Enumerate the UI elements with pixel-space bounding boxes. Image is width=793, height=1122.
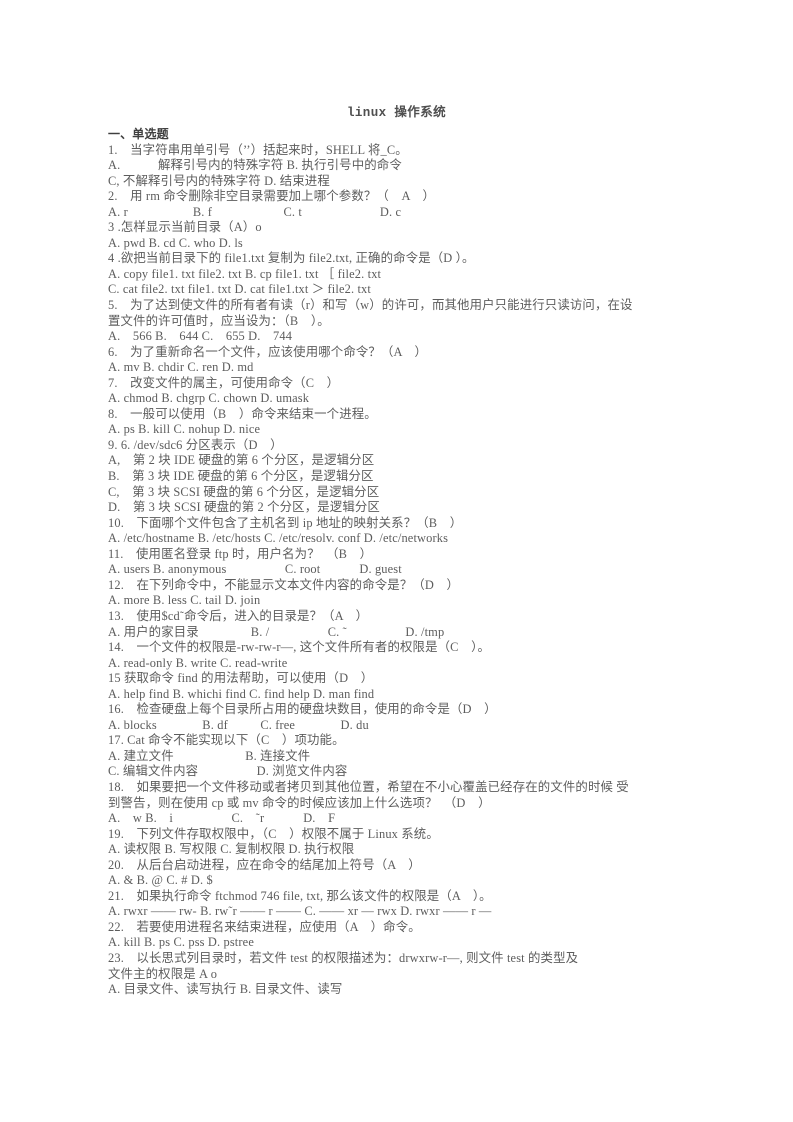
question-line: A. chmod B. chgrp C. chown D. umask bbox=[108, 391, 310, 406]
question-line: C, 第 3 块 SCSI 硬盘的第 6 个分区，是逻辑分区 bbox=[108, 484, 380, 499]
question-line: 17. Cat 命令不能实现以下（C ）项功能。 bbox=[108, 733, 345, 748]
section-heading: 一、单选题 bbox=[108, 127, 169, 141]
question-line: 12. 在下列命令中，不能显示文本文件内容的命令是？（D ） bbox=[108, 577, 460, 592]
question-line: D. 第 3 块 SCSI 硬盘的第 2 个分区，是逻辑分区 bbox=[108, 500, 380, 515]
question-line: A. 建立文件 B. 连接文件 bbox=[108, 748, 311, 763]
question-line: A. more B. less C. tail D. join bbox=[108, 593, 261, 608]
question-line: C. cat file2. txt file1. txt D. cat file… bbox=[108, 282, 371, 297]
question-line: 6. 为了重新命名一个文件，应该使用哪个命令？（A ） bbox=[108, 344, 427, 359]
question-line: 4 .欲把当前目录下的 file1.txt 复制为 file2.txt, 正确的… bbox=[108, 251, 475, 266]
question-line: A. & B. @ C. # D. $ bbox=[108, 873, 213, 888]
document-page: linux 操作系统 一、单选题 1. 当字符串用单引号（’’）括起来时，SHE… bbox=[0, 0, 793, 1122]
question-line: 2. 用 rm 命令删除非空目录需要加上哪个参数？（ A ） bbox=[108, 189, 436, 204]
question-line: 置文件的许可值时，应当设为：（B ）。 bbox=[108, 313, 330, 328]
question-line: 9. 6. /dev/sdc6 分区表示（D ） bbox=[108, 437, 283, 452]
question-line: 7. 改变文件的属主，可使用命令（C ） bbox=[108, 375, 340, 390]
question-line: 11. 使用匿名登录 ftp 时，用户名为？ （B ） bbox=[108, 546, 373, 561]
question-line: 8. 一般可以使用（B ）命令来结束一个进程。 bbox=[108, 406, 377, 421]
question-line: A. blocks B. df C. free D. du bbox=[108, 717, 369, 732]
question-line: A. copy file1. txt file2. txt B. cp file… bbox=[108, 266, 382, 281]
question-line: C. 编辑文件内容 D. 浏览文件内容 bbox=[108, 764, 348, 779]
question-line: 21. 如果执行命令 ftchmod 746 file, txt, 那么该文件的… bbox=[108, 888, 492, 903]
question-line: A. users B. anonymous C. root D. guest bbox=[108, 562, 402, 577]
question-line: 19. 下列文件存取权限中，（C ）权限不属于 Linux 系统。 bbox=[108, 826, 439, 841]
question-line: 13. 使用$cd˜命令后，进入的目录是？（A ） bbox=[108, 608, 369, 623]
question-line: A, 第 2 块 IDE 硬盘的第 6 个分区，是逻辑分区 bbox=[108, 453, 375, 468]
question-line: A. 读权限 B. 写权限 C. 复制权限 D. 执行权限 bbox=[108, 842, 355, 857]
question-line: 3 .怎样显示当前目录（A）o bbox=[108, 220, 262, 235]
question-line: 15 获取命令 find 的用法帮助，可以使用（D ） bbox=[108, 671, 374, 686]
question-line: A. kill B. ps C. pss D. pstree bbox=[108, 935, 254, 950]
page-title: linux 操作系统 bbox=[346, 106, 446, 120]
question-line: 5. 为了达到使文件的所有者有读（r）和写（w）的许可，而其他用户只能进行只读访… bbox=[108, 298, 633, 313]
question-line: 22. 若要使用进程名来结束进程，应使用（A ）命令。 bbox=[108, 919, 421, 934]
question-line: A. ps B. kill C. nohup D. nice bbox=[108, 422, 261, 437]
question-line: C, 不解释引号内的特殊字符 D. 结束进程 bbox=[108, 173, 330, 188]
question-line: A. 566 B. 644 C. 655 D. 744 bbox=[108, 329, 293, 344]
question-line: A. w B. i C. ˜r D. F bbox=[108, 811, 336, 826]
question-line: A. pwd B. cd C. who D. ls bbox=[108, 235, 243, 250]
question-line: 文件主的权限是 A o bbox=[108, 966, 218, 981]
question-line: B. 第 3 块 IDE 硬盘的第 6 个分区，是逻辑分区 bbox=[108, 469, 374, 484]
question-line: A. mv B. chdir C. ren D. md bbox=[108, 360, 254, 375]
question-line: A. rwxr —— rw- B. rw˜r —— r —— C. —— xr … bbox=[108, 904, 492, 919]
question-line: 20. 从后台启动进程，应在命令的结尾加上符号（A ） bbox=[108, 857, 421, 872]
question-line: A. 解释引号内的特殊字符 B. 执行引号中的命令 bbox=[108, 158, 402, 173]
question-line: A. r B. f C. t D. c bbox=[108, 204, 402, 219]
question-line: 10. 下面哪个文件包含了主机名到 ip 地址的映射关系？（B ） bbox=[108, 515, 463, 530]
question-line: 1. 当字符串用单引号（’’）括起来时，SHELL 将_C。 bbox=[108, 142, 408, 157]
question-line: A. read-only B. write C. read-write bbox=[108, 655, 288, 670]
question-line: 18. 如果要把一个文件移动或者拷贝到其他位置，希望在不小心覆盖已经存在的文件的… bbox=[108, 779, 629, 794]
question-line: A. 目录文件、读写执行 B. 目录文件、读写 bbox=[108, 982, 343, 997]
question-line: 到警告，则在使用 cp 或 mv 命令的时候应该加上什么选项？ （D ） bbox=[108, 795, 491, 810]
question-line: A. 用户的家目录 B. / C. ˜ D. /tmp bbox=[108, 624, 445, 639]
question-line: 14. 一个文件的权限是-rw-rw-r—, 这个文件所有者的权限是（C ）。 bbox=[108, 640, 491, 655]
question-line: A. /etc/hostname B. /etc/hosts C. /etc/r… bbox=[108, 531, 449, 546]
question-line: A. help find B. whichi find C. find help… bbox=[108, 686, 375, 701]
question-line: 23. 以长思式列目录时，若文件 test 的权限描述为：drwxrw-r—, … bbox=[108, 950, 579, 965]
question-line: 16. 检查硬盘上每个目录所占用的硬盘块数目，使用的命令是（D ） bbox=[108, 702, 497, 717]
question-lines: 1. 当字符串用单引号（’’）括起来时，SHELL 将_C。 A. 解释引号内的特… bbox=[108, 143, 686, 998]
question-body: 一、单选题 1. 当字符串用单引号（’’）括起来时，SHELL 将_C。 A. 解… bbox=[108, 127, 686, 998]
